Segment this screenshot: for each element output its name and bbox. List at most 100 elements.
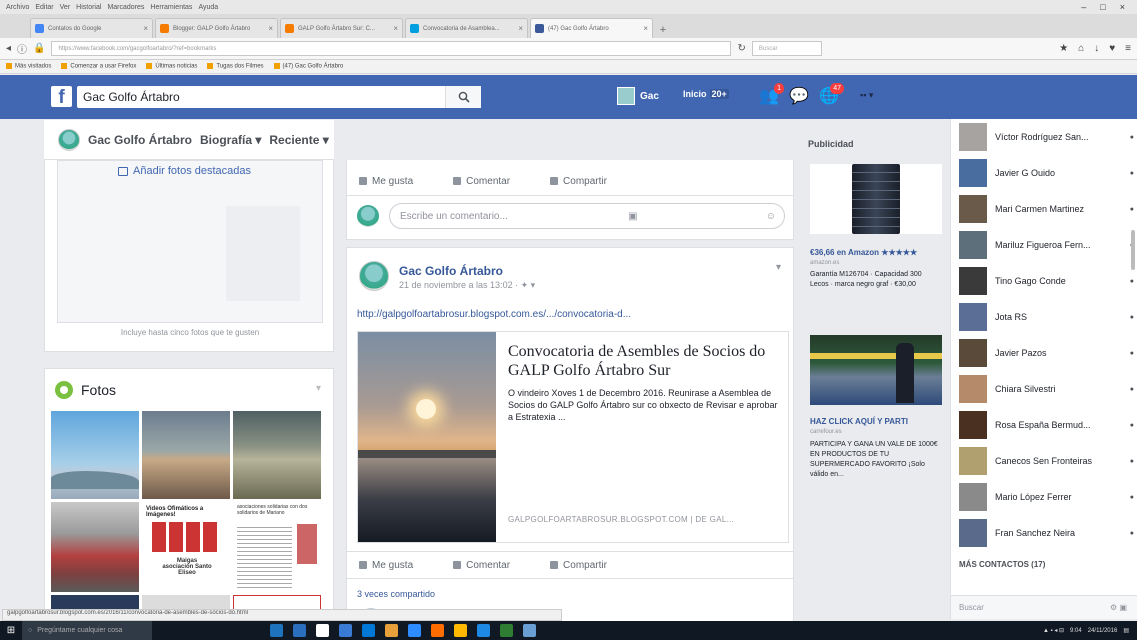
menu-ayuda[interactable]: Ayuda [198, 4, 218, 11]
windows-start-icon[interactable]: ⊞ [0, 625, 22, 636]
download-icon[interactable]: ↓ [1094, 43, 1099, 54]
tray-date[interactable]: 24/11/2016 [1088, 628, 1118, 634]
share-count[interactable]: 3 veces compartido [357, 589, 435, 599]
comment-button[interactable]: Comentar [453, 176, 510, 187]
taskbar-app-icon[interactable] [362, 624, 375, 637]
menu-herramientas[interactable]: Herramientas [150, 4, 192, 11]
bookmark-item[interactable]: Más visitados [6, 63, 51, 70]
pocket-icon[interactable]: ♥ [1109, 43, 1115, 54]
browser-tab[interactable]: Convocatoria de Asamblea... × [405, 18, 528, 38]
tab-close-icon[interactable]: × [143, 24, 148, 33]
taskbar-app-icon[interactable] [270, 624, 283, 637]
photo-thumbnail[interactable] [51, 411, 139, 499]
taskbar-search-box[interactable]: ○ Pregúntame cualquier cosa [22, 621, 152, 640]
post-timestamp[interactable]: 21 de noviembre a las 13:02 · ✦ ▾ [399, 280, 535, 291]
taskbar-app-icon[interactable] [431, 624, 444, 637]
taskbar-app-icon[interactable] [385, 624, 398, 637]
browser-tab[interactable]: Blogger: GALP Golfo Ártabro × [155, 18, 278, 38]
taskbar-app-icon[interactable] [500, 624, 513, 637]
browser-tab[interactable]: Contatos do Google × [30, 18, 153, 38]
settings-menu-icon[interactable]: ▪▪ ▾ [860, 90, 873, 101]
post-link[interactable]: http://galpgolfoartabrosur.blogspot.com.… [357, 309, 631, 320]
browser-tab[interactable]: GALP Golfo Ártabro Sur: C... × [280, 18, 403, 38]
menu-historial[interactable]: Historial [76, 4, 101, 11]
share-button[interactable]: Compartir [550, 176, 607, 187]
taskbar-app-icon[interactable] [523, 624, 536, 637]
taskbar-app-icon[interactable] [408, 624, 421, 637]
browser-search-input[interactable]: Buscar [751, 41, 822, 56]
chat-contact[interactable]: Mario López Ferrer ● [959, 483, 1134, 511]
chat-contact[interactable]: Mari Carmen Martinez ● [959, 195, 1134, 223]
post-options-icon[interactable]: ▾ [776, 262, 781, 273]
share-button[interactable]: Compartir [550, 560, 607, 571]
menu-ver[interactable]: Ver [60, 4, 71, 11]
taskbar-app-icon[interactable] [454, 624, 467, 637]
ad-image[interactable] [810, 335, 942, 405]
camera-icon[interactable]: ▣ [628, 211, 637, 222]
browser-tab-active[interactable]: (47) Gac Golfo Ártabro × [530, 18, 653, 38]
taskbar-app-icon[interactable] [316, 624, 329, 637]
post-author-avatar[interactable] [359, 261, 389, 291]
comment-input[interactable]: Escribe un comentario... ▣ ☺ [389, 203, 785, 229]
friend-requests-icon[interactable]: 👥 1 [759, 83, 784, 105]
taskbar-app-icon[interactable] [339, 624, 352, 637]
bookmark-item[interactable]: (47) Gac Golfo Ártabro [274, 63, 344, 70]
chat-search-input[interactable]: Buscar ⚙ ▣ [951, 595, 1137, 619]
info-icon[interactable]: ⓘ [17, 41, 27, 56]
menu-icon[interactable]: ≡ [1125, 43, 1131, 54]
photo-thumbnail[interactable]: Videos Ofimáticos a Imágenes! Maigas aso… [142, 502, 230, 592]
chat-contact[interactable]: Fran Sanchez Neira ● [959, 519, 1134, 547]
chat-contact[interactable]: Javier Pazos ● [959, 339, 1134, 367]
add-featured-photos-button[interactable]: Añadir fotos destacadas [118, 165, 251, 177]
chat-contact[interactable]: Jota RS ● [959, 303, 1134, 331]
chevron-down-icon[interactable]: ▾ [316, 383, 321, 394]
chat-contact[interactable]: Chiara Silvestri ● [959, 375, 1134, 403]
tab-close-icon[interactable]: × [393, 24, 398, 33]
facebook-logo-icon[interactable]: f [51, 86, 72, 107]
photos-header[interactable]: Fotos [55, 381, 116, 399]
emoji-icon[interactable]: ☺ [766, 211, 776, 222]
page-name[interactable]: Gac Golfo Ártabro [88, 133, 192, 147]
new-tab-icon[interactable]: + [655, 22, 671, 38]
ad-title[interactable]: €36,66 en Amazon ★★★★★ [810, 248, 917, 257]
back-icon[interactable]: ◂ [6, 43, 11, 54]
menu-editar[interactable]: Editar [35, 4, 53, 11]
notifications-center-icon[interactable]: ▤ [1123, 627, 1129, 634]
menu-marcadores[interactable]: Marcadores [107, 4, 144, 11]
chat-contact[interactable]: Mariluz Figueroa Fern...● [959, 231, 1134, 259]
tab-close-icon[interactable]: × [643, 24, 648, 33]
home-icon[interactable]: ⌂ [1078, 43, 1084, 54]
facebook-search-input[interactable]: Gac Golfo Ártabro [77, 86, 481, 108]
bookmark-item[interactable]: Tugas dos Filmes [207, 63, 263, 70]
tab-close-icon[interactable]: × [518, 24, 523, 33]
page-avatar[interactable] [58, 128, 80, 151]
nav-biografia[interactable]: Biografía ▾ [200, 133, 261, 147]
taskbar-app-icon[interactable] [293, 624, 306, 637]
chat-contact[interactable]: Javier G Ouido ● [959, 159, 1134, 187]
photo-thumbnail[interactable] [51, 502, 139, 592]
chat-settings-icon[interactable]: ⚙ ▣ [1110, 603, 1127, 612]
tray-time[interactable]: 9:04 [1070, 628, 1082, 634]
notifications-icon[interactable]: 🌐 47 [819, 83, 844, 105]
post-author[interactable]: Gac Golfo Ártabro [399, 264, 503, 278]
scrollbar-thumb[interactable] [1131, 230, 1135, 270]
search-button[interactable] [445, 86, 481, 108]
tab-close-icon[interactable]: × [268, 24, 273, 33]
like-button[interactable]: Me gusta [359, 176, 413, 187]
link-preview-card[interactable]: Convocatoria de Asembles de Socios do GA… [357, 331, 789, 543]
chat-contact[interactable]: Tino Gago Conde ● [959, 267, 1134, 295]
photo-thumbnail[interactable]: asociaciones solidarias con dos solidari… [233, 502, 321, 592]
maximize-button[interactable]: □ [1100, 2, 1105, 12]
taskbar-app-icon[interactable] [477, 624, 490, 637]
minimize-button[interactable]: – [1081, 2, 1086, 12]
like-button[interactable]: Me gusta [359, 560, 413, 571]
home-link[interactable]: Inicio 20+ [683, 89, 729, 99]
menu-archivo[interactable]: Archivo [6, 4, 29, 11]
bookmark-item[interactable]: Últimas noticias [146, 63, 197, 70]
photo-thumbnail[interactable] [142, 411, 230, 499]
chat-contact[interactable]: Rosa España Bermud... ● [959, 411, 1134, 439]
chat-contact[interactable]: Víctor Rodríguez San... ● [959, 123, 1134, 151]
bookmark-star-icon[interactable]: ★ [1059, 43, 1068, 54]
bookmark-item[interactable]: Comenzar a usar Firefox [61, 63, 136, 70]
comment-button[interactable]: Comentar [453, 560, 510, 571]
